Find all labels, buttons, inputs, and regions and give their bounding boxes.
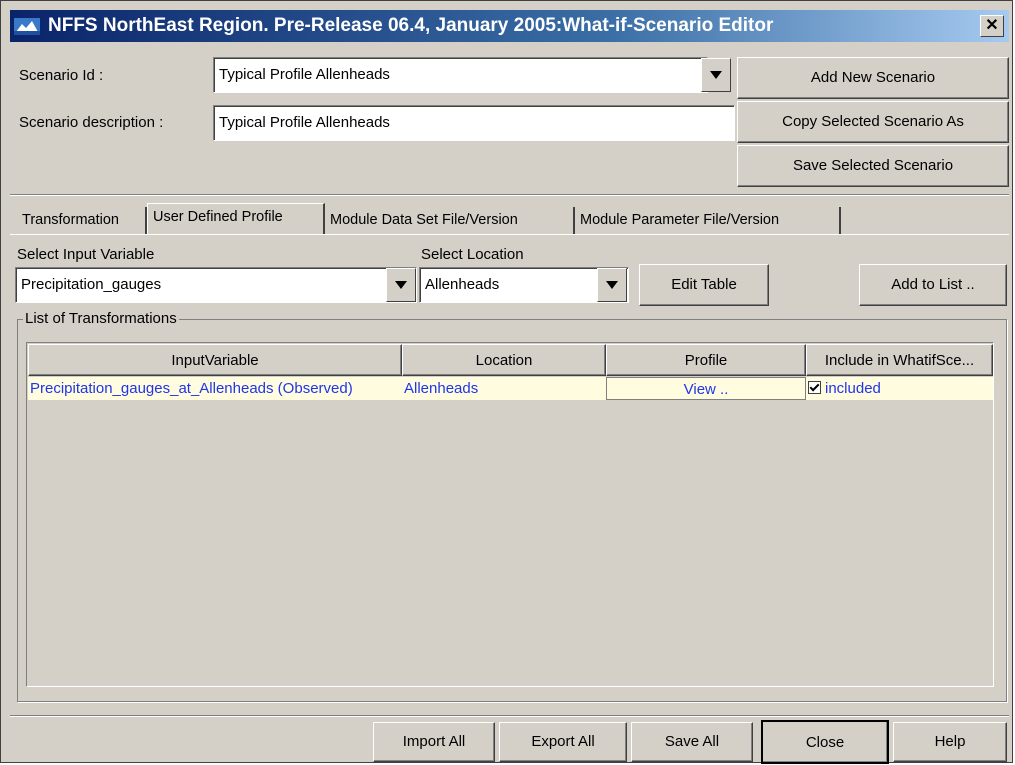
scenario-id-field[interactable]: Typical Profile Allenheads <box>213 57 708 93</box>
column-header-input-variable[interactable]: InputVariable <box>28 344 402 376</box>
edit-table-button[interactable]: Edit Table <box>639 264 769 306</box>
scenario-description-label: Scenario description : <box>19 114 164 131</box>
save-selected-scenario-button[interactable]: Save Selected Scenario <box>737 145 1009 187</box>
input-variable-field[interactable]: Precipitation_gauges <box>15 267 417 303</box>
transformations-group-title: List of Transformations <box>23 310 179 327</box>
title-bar[interactable]: NFFS NorthEast Region. Pre-Release 06.4,… <box>10 10 1009 42</box>
add-new-scenario-button[interactable]: Add New Scenario <box>737 57 1009 99</box>
scenario-editor-window: NFFS NorthEast Region. Pre-Release 06.4,… <box>0 0 1013 764</box>
scenario-id-dropdown-button[interactable] <box>701 58 731 92</box>
tab-user-defined-profile[interactable]: User Defined Profile <box>147 203 325 235</box>
column-header-location[interactable]: Location <box>402 344 606 376</box>
transformations-table: InputVariable Location Profile Include i… <box>26 342 994 687</box>
footer-separator <box>10 715 1009 716</box>
export-all-button[interactable]: Export All <box>499 722 627 762</box>
import-all-button[interactable]: Import All <box>373 722 495 762</box>
add-to-list-button[interactable]: Add to List .. <box>859 264 1007 306</box>
close-window-button[interactable]: ✕ <box>980 15 1004 37</box>
included-checkbox-icon[interactable] <box>808 381 821 394</box>
window-title: NFFS NorthEast Region. Pre-Release 06.4,… <box>48 15 774 36</box>
cell-include[interactable]: included <box>806 377 993 400</box>
select-input-variable-label: Select Input Variable <box>17 246 155 263</box>
cell-input-variable[interactable]: Precipitation_gauges_at_Allenheads (Obse… <box>28 377 402 400</box>
column-header-include[interactable]: Include in WhatifSce... <box>806 344 993 376</box>
header-separator <box>10 194 1009 195</box>
tab-module-parameter[interactable]: Module Parameter File/Version <box>575 207 841 235</box>
include-label: included <box>825 380 881 397</box>
select-location-label: Select Location <box>421 246 524 263</box>
input-variable-dropdown-button[interactable] <box>386 268 416 302</box>
tab-transformation[interactable]: Transformation <box>17 207 147 235</box>
copy-selected-scenario-button[interactable]: Copy Selected Scenario As <box>737 101 1009 143</box>
close-button[interactable]: Close <box>761 720 889 764</box>
close-icon: ✕ <box>985 17 999 34</box>
profile-view-button[interactable]: View .. <box>606 377 806 400</box>
app-logo-icon <box>14 18 40 35</box>
scenario-id-label: Scenario Id : <box>19 67 104 84</box>
help-button[interactable]: Help <box>893 722 1007 762</box>
scenario-description-field[interactable]: Typical Profile Allenheads <box>213 105 735 141</box>
tab-panel-top-edge <box>10 234 1009 235</box>
save-all-button[interactable]: Save All <box>631 722 753 762</box>
tab-module-data-set[interactable]: Module Data Set File/Version <box>325 207 575 235</box>
location-dropdown-button[interactable] <box>597 268 627 302</box>
table-row[interactable]: Precipitation_gauges_at_Allenheads (Obse… <box>28 377 993 400</box>
column-header-profile[interactable]: Profile <box>606 344 806 376</box>
transformations-group: List of Transformations InputVariable Lo… <box>17 310 1007 702</box>
cell-location[interactable]: Allenheads <box>402 377 606 400</box>
